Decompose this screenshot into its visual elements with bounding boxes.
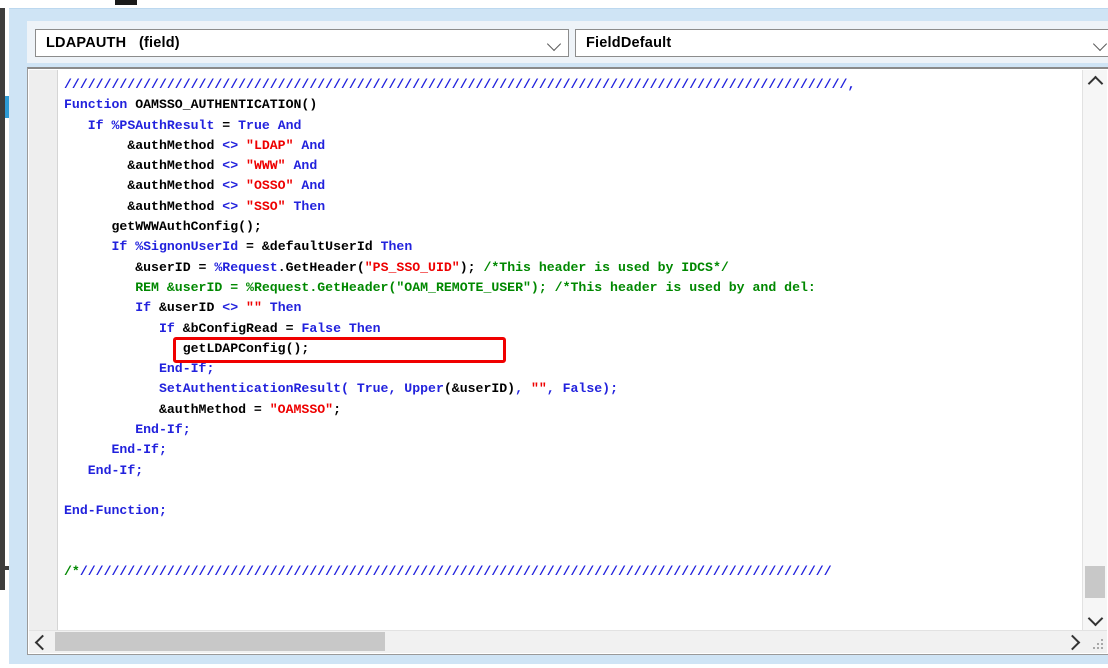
code-token-str: "OSSO" [246,178,294,194]
code-text[interactable]: ////////////////////////////////////////… [58,71,1083,582]
code-token-kw: And [293,178,326,194]
code-token-kw: Then [285,198,326,214]
code-token-id: = &defaultUserId [238,239,381,255]
code-token-kw: Function [64,97,136,113]
definition-combo[interactable]: LDAPAUTH (field) [35,29,569,57]
code-token-id: ); [459,259,476,275]
code-token-kw: End-If; [111,442,167,458]
code-token-kw: <> [222,158,247,174]
editor-gutter [29,70,58,631]
code-token-id: OAMSSO_AUTHENTICATION() [135,97,318,113]
code-token-id: ; [333,401,341,417]
code-token-id: = [214,117,239,133]
code-token-kw: Then [261,300,302,316]
code-token-str: "LDAP" [246,137,294,153]
code-token-kw: End-If; [87,462,144,478]
code-token-sys: %Request [214,259,278,275]
code-token-kw: And [285,158,318,174]
code-token-kw: If [111,239,136,255]
code-token-kw: If [87,117,112,133]
code-token-cmt: REM &userID = %Request.GetHeader("OAM_RE… [135,279,816,295]
code-token-sys: %PSAuthResult [111,117,215,133]
code-token-id: &authMethod [127,198,223,214]
chevron-left-icon[interactable] [29,631,51,652]
code-token-id: &userID = [135,259,215,275]
vertical-scrollbar[interactable] [1082,70,1107,631]
chevron-down-icon[interactable] [1088,30,1108,56]
event-combo[interactable]: FieldDefault [575,29,1108,57]
code-token-str: "WWW" [246,158,286,174]
top-artifact-mark [115,0,137,5]
code-token-sep: ////////////////////////////////////////… [64,77,856,92]
code-token-id: &authMethod [127,158,223,174]
code-token-str: "" [246,300,262,316]
peoplecode-editor-window: LDAPAUTH (field) FieldDefault //////////… [9,8,1108,664]
code-token-cmt: /* [64,564,80,580]
code-token-id: &authMethod = [158,401,270,417]
code-token-str: "PS_SSO_UID" [364,259,460,275]
code-token-kw: End-Function; [64,503,167,519]
code-token-id: &bConfigRead = [182,320,302,336]
code-viewport[interactable]: ////////////////////////////////////////… [58,71,1083,631]
code-token-id: .GetHeader( [277,259,365,275]
code-token-kw: Then [380,239,413,255]
code-token-str: "SSO" [246,198,286,214]
code-token-kw: SetAuthenticationResult( True, Upper [158,381,444,397]
chevron-right-icon[interactable] [1063,631,1085,652]
chevron-up-icon[interactable] [1083,70,1107,92]
code-token-cmt: /*This header is used by IDCS*/ [475,259,729,275]
code-editor-panel[interactable]: ////////////////////////////////////////… [27,67,1108,655]
code-token-kw: True And [238,117,302,133]
horizontal-scrollbar[interactable] [29,630,1107,653]
code-token-kw: , [515,381,531,397]
vertical-scrollbar-thumb[interactable] [1085,566,1105,598]
code-token-sep: ////////////////////////////////////////… [79,564,832,580]
code-token-id: &authMethod [127,178,223,194]
code-token-str: "" [530,381,547,397]
code-token-id: &authMethod [127,137,223,153]
definition-combo-value: LDAPAUTH (field) [46,35,180,51]
event-combo-value: FieldDefault [586,35,672,51]
code-token-kw: <> [222,198,247,214]
code-token-kw: <> [222,178,247,194]
code-token-id: (&userID) [443,381,516,397]
resize-grip-icon[interactable] [1091,637,1105,651]
chevron-down-icon[interactable] [542,30,568,56]
screenshot-root: LDAPAUTH (field) FieldDefault //////////… [0,0,1108,668]
code-token-kw: End-If; [135,422,191,438]
code-token-str: "OAMSSO" [269,401,334,417]
code-token-kw: End-If; [158,361,215,377]
code-token-kw: If [158,320,183,336]
code-token-kw: If [135,300,159,316]
code-token-kw: , False); [546,381,618,397]
definition-toolbar: LDAPAUTH (field) FieldDefault [27,21,1108,63]
code-token-kw: And [293,137,326,153]
code-token-kw: <> [222,137,247,153]
code-token-kw: <> [222,300,247,316]
code-token-id: getLDAPConfig(); [182,340,310,356]
code-token-id: &userID [158,300,223,316]
horizontal-scrollbar-thumb[interactable] [55,632,385,651]
chevron-down-icon[interactable] [1083,609,1107,631]
code-token-sys: %SignonUserId [135,239,239,255]
code-token-id: getWWWAuthConfig(); [111,219,262,235]
code-token-kw: False Then [301,320,381,336]
